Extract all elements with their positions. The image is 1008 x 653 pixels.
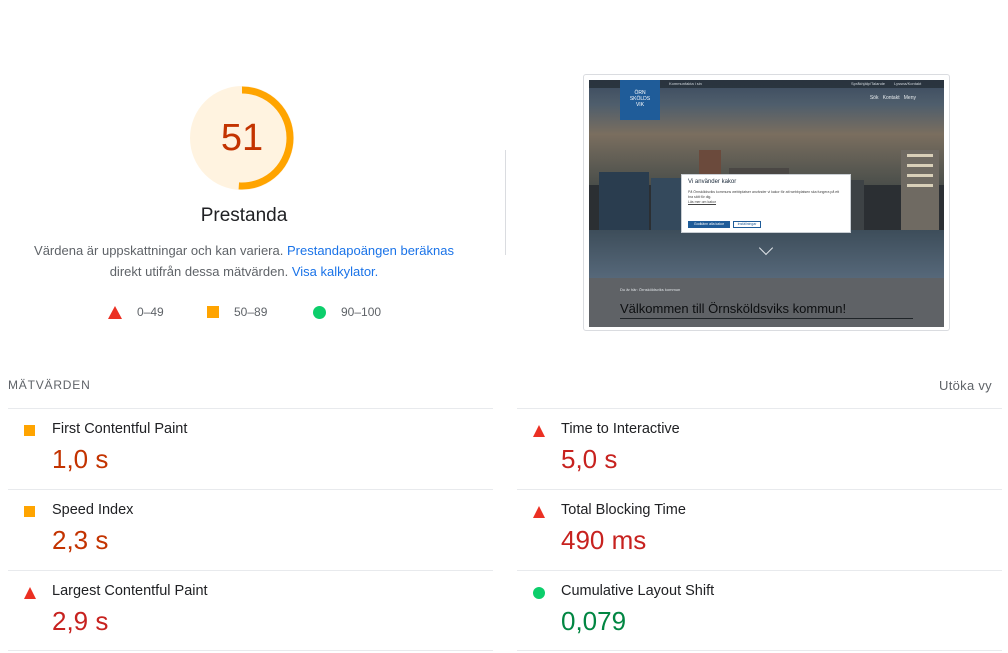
triangle-fail-icon (533, 425, 545, 437)
performance-gauge: 51 (190, 86, 298, 194)
topbar-text: Språkhjälp/Talande (851, 81, 886, 86)
score-legend: 0–49 50–89 90–100 (0, 305, 480, 323)
legend-average: 50–89 (207, 305, 267, 319)
metric-value: 5,0 s (561, 444, 618, 474)
metric-largest-contentful-paint: Largest Contentful Paint 2,9 s (8, 570, 493, 651)
modal-title: Vi använder kakor (688, 179, 737, 185)
topbar-text: Kommunfakta i sin (669, 81, 702, 86)
nav-search: Sök (869, 95, 879, 101)
metrics-column-left: First Contentful Paint 1,0 s Speed Index… (8, 408, 493, 651)
nav-contact: Kontakt (882, 95, 900, 101)
vertical-divider (505, 150, 506, 255)
metric-value: 2,9 s (52, 606, 109, 636)
site-heading: Välkommen till Örnsköldsviks kommun! (620, 301, 847, 316)
square-average-icon (24, 506, 35, 517)
modal-settings-button: Inställningar (733, 221, 761, 228)
metric-value: 1,0 s (52, 444, 109, 474)
metric-time-to-interactive: Time to Interactive 5,0 s (517, 408, 1002, 489)
metric-value: 0,079 (561, 606, 627, 636)
performance-score: 51 (220, 116, 264, 159)
modal-accept-button: Godkänn alla kakor (688, 221, 730, 228)
metric-name: First Contentful Paint (52, 421, 188, 437)
modal-link: Läs mer om kakor (688, 200, 717, 204)
metric-name: Time to Interactive (561, 421, 680, 437)
metric-speed-index: Speed Index 2,3 s (8, 489, 493, 570)
triangle-fail-icon (24, 587, 36, 599)
site-nav: Sök Kontakt Meny (870, 95, 916, 101)
breadcrumb: Du är här: Örnsköldsviks kommun (620, 287, 681, 292)
final-screenshot[interactable]: Kommunfakta i sin Språkhjälp/Talande Lys… (583, 74, 950, 331)
metric-cumulative-layout-shift: Cumulative Layout Shift 0,079 (517, 570, 1002, 651)
expand-view-toggle[interactable]: Utöka vy (939, 378, 992, 393)
metrics-column-right: Time to Interactive 5,0 s Total Blocking… (517, 408, 1002, 651)
circle-pass-icon (313, 305, 326, 319)
legend-range: 50–89 (234, 305, 268, 319)
metric-value: 490 ms (561, 525, 647, 555)
score-calculation-link[interactable]: Prestandapoängen beräknas (287, 243, 454, 258)
metrics-header: MÄTVÄRDEN (8, 378, 91, 392)
metric-name: Largest Contentful Paint (52, 583, 208, 599)
nav-menu: Meny (903, 95, 916, 101)
metric-name: Total Blocking Time (561, 502, 686, 518)
legend-fail: 0–49 (108, 305, 164, 319)
square-average-icon (207, 306, 219, 318)
metric-value: 2,3 s (52, 525, 109, 555)
legend-pass: 90–100 (313, 305, 381, 319)
triangle-fail-icon (108, 305, 122, 319)
gauge-title: Prestanda (200, 205, 288, 226)
calculator-link[interactable]: Visa kalkylator. (292, 264, 378, 279)
modal-text: På Örnsköldsviks kommuns webbplatser anv… (688, 190, 840, 199)
logo-text: VIK (635, 102, 645, 108)
description-text-2: direkt utifrån dessa mätvärden. (109, 264, 289, 279)
topbar-text: Lyssna/Kontakt (894, 81, 922, 86)
metric-total-blocking-time: Total Blocking Time 490 ms (517, 489, 1002, 570)
heading-underline (620, 318, 913, 319)
circle-pass-icon (533, 587, 545, 599)
cookie-modal: Vi använder kakor På Örnsköldsviks kommu… (681, 174, 851, 233)
metric-name: Cumulative Layout Shift (561, 583, 715, 599)
square-average-icon (24, 425, 35, 436)
legend-range: 90–100 (341, 305, 382, 319)
legend-range: 0–49 (137, 305, 164, 319)
screenshot-image: Kommunfakta i sin Språkhjälp/Talande Lys… (589, 80, 944, 327)
site-logo: ÖRN SKÖLDS VIK (620, 80, 660, 120)
description-text: Värdena är uppskattningar och kan varier… (34, 243, 284, 258)
metric-name: Speed Index (52, 502, 134, 518)
score-description: Värdena är uppskattningar och kan varier… (24, 240, 464, 282)
triangle-fail-icon (533, 506, 545, 518)
metric-first-contentful-paint: First Contentful Paint 1,0 s (8, 408, 493, 489)
